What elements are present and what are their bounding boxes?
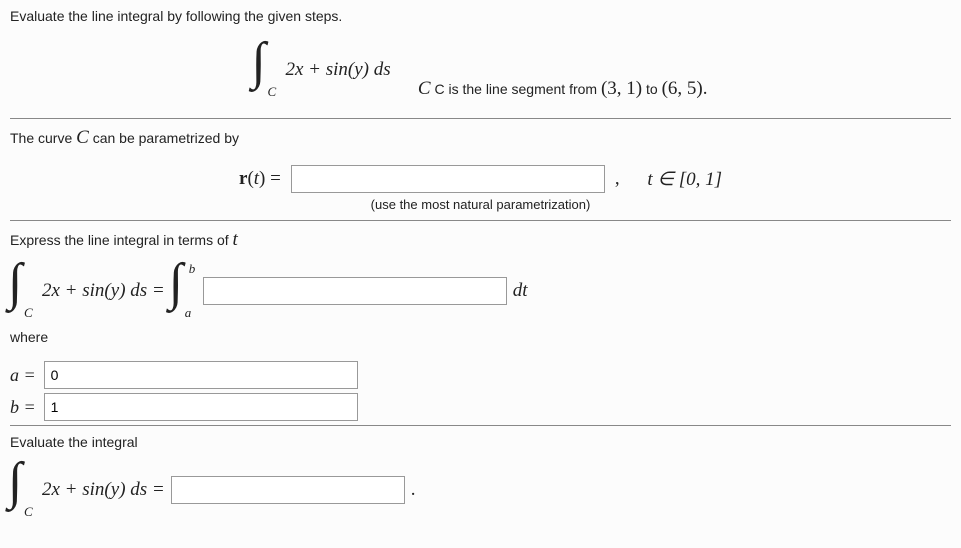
param-suffix: can be parametrized by <box>89 130 239 146</box>
parametrization-input[interactable] <box>291 165 605 193</box>
express-equation-row: ∫ C 2x + sin(y) ds = ∫ a b dt <box>10 267 951 315</box>
b-equals: b = <box>10 397 36 418</box>
t-domain: t ∈ [0, 1] <box>647 168 722 191</box>
eval-integral: ∫ C 2x + sin(y) ds = <box>10 466 165 514</box>
integral-sign-ab-icon: ∫ a b <box>171 267 197 315</box>
a-input[interactable] <box>44 361 358 389</box>
divider-2 <box>10 220 951 221</box>
b-input[interactable] <box>44 393 358 421</box>
param-prefix: The curve <box>10 130 76 146</box>
eval-integrand: 2x + sin(y) ds = <box>42 479 165 501</box>
integral-lower-C: C <box>267 84 276 100</box>
integral-sign-icon: ∫ C <box>253 46 279 94</box>
integrand-in-t-input[interactable] <box>203 277 507 305</box>
rhs-upper-b: b <box>189 261 196 277</box>
eval-period: . <box>411 479 416 501</box>
curve-from: (3, 1) <box>601 78 642 99</box>
parametrization-row: r(t) = , t ∈ [0, 1] <box>10 165 951 193</box>
evaluate-label: Evaluate the integral <box>10 434 951 450</box>
curve-to-word: to <box>646 81 662 97</box>
parametrization-hint: (use the most natural parametrization) <box>10 197 951 212</box>
a-row: a = <box>10 361 951 389</box>
curve-to: (6, 5). <box>662 78 708 99</box>
integral-sign-icon: ∫ C <box>10 267 36 315</box>
express-prefix: Express the line integral in terms of <box>10 232 233 248</box>
param-curve-letter: C <box>76 127 89 148</box>
b-row: b = <box>10 393 951 421</box>
integrand-text: 2x + sin(y) ds <box>285 59 390 81</box>
r-of-t-equals: r(t) = <box>239 168 281 190</box>
parametrize-label: The curve C can be parametrized by <box>10 127 951 149</box>
express-label: Express the line integral in terms of t <box>10 229 951 251</box>
where-label: where <box>10 329 951 345</box>
param-comma: , <box>615 168 620 190</box>
dt-text: dt <box>513 280 528 302</box>
instruction-text: Evaluate the line integral by following … <box>10 8 951 24</box>
lhs-lower-C: C <box>24 305 33 321</box>
evaluate-row: ∫ C 2x + sin(y) ds = . <box>10 466 951 514</box>
problem-statement: ∫ C 2x + sin(y) ds C C is the line segme… <box>10 46 951 100</box>
result-input[interactable] <box>171 476 405 504</box>
curve-description: C C is the line segment from (3, 1) to (… <box>418 81 708 97</box>
divider-3 <box>10 425 951 426</box>
curve-desc-prefix: C is the line segment from <box>434 81 601 97</box>
problem-page: Evaluate the line integral by following … <box>0 0 961 548</box>
rhs-lower-a: a <box>185 305 192 321</box>
lhs-integrand: 2x + sin(y) ds = <box>42 280 165 302</box>
integral-sign-icon: ∫ C <box>10 466 36 514</box>
curve-letter: C <box>418 78 431 99</box>
integral-expression: ∫ C 2x + sin(y) ds <box>253 46 390 94</box>
eval-lower-C: C <box>24 504 33 520</box>
express-var: t <box>233 229 238 250</box>
a-equals: a = <box>10 365 36 386</box>
lhs-integral: ∫ C 2x + sin(y) ds = <box>10 267 165 315</box>
divider-1 <box>10 118 951 119</box>
